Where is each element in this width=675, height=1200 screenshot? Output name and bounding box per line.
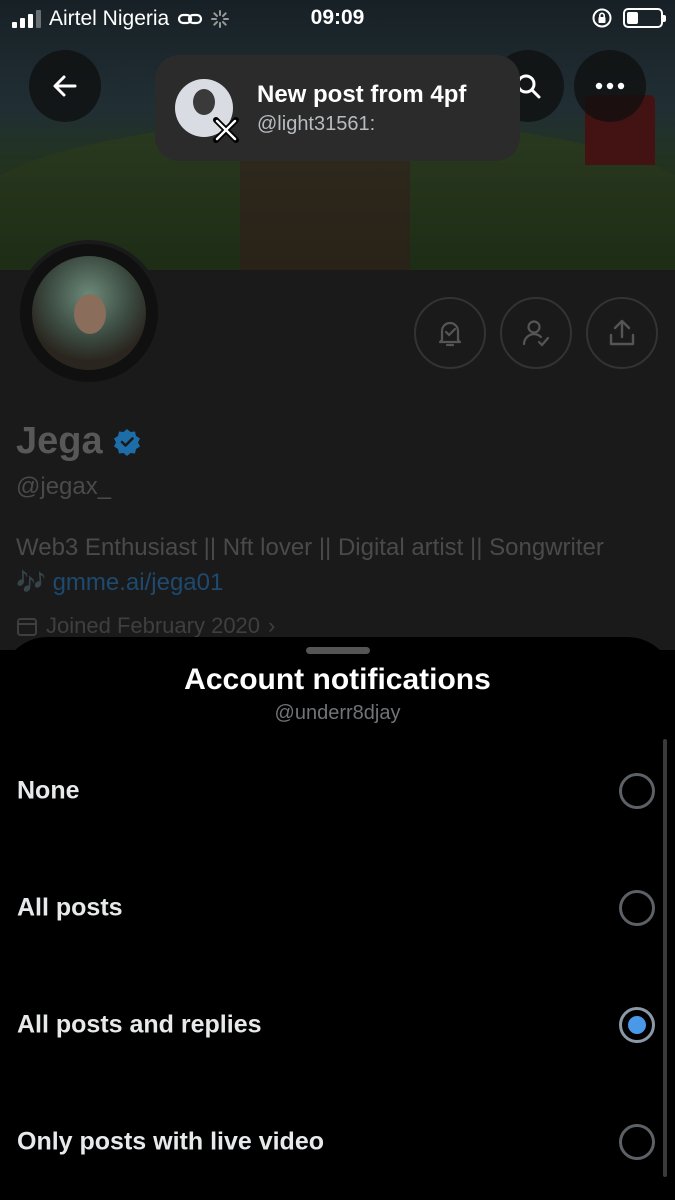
share-button[interactable] <box>586 297 658 369</box>
radio-button[interactable] <box>619 773 655 809</box>
profile-handle: @jegax_ <box>16 473 112 500</box>
joined-text: Joined February 2020 <box>46 613 261 638</box>
avatar-face <box>74 294 106 334</box>
profile-name: Jega <box>16 420 103 462</box>
profile-bio: Web3 Enthusiast || Nft lover || Digital … <box>16 530 661 600</box>
bell-check-icon <box>438 321 462 347</box>
account-notifications-sheet: Account notifications @underr8djay None … <box>0 637 675 1200</box>
toast-avatar <box>175 79 239 143</box>
option-live-video-posts[interactable]: Only posts with live video <box>0 1092 675 1192</box>
music-note-icon: 🎶 <box>16 569 46 596</box>
sheet-subtitle: @underr8djay <box>274 702 401 724</box>
display-name: Jega <box>16 420 141 463</box>
chevron-right-icon: › <box>268 613 276 638</box>
radio-button[interactable] <box>619 890 655 926</box>
avatar[interactable] <box>16 240 162 386</box>
notification-toast[interactable]: New post from 4pf @light31561: <box>155 55 520 161</box>
option-label: None <box>17 776 80 805</box>
radio-button[interactable] <box>619 1007 655 1043</box>
toast-text: New post from 4pf @light31561: <box>257 81 466 136</box>
share-icon <box>609 319 635 346</box>
battery-fill <box>627 12 639 24</box>
verified-badge-icon <box>113 428 141 456</box>
orientation-lock-icon <box>592 8 612 28</box>
status-right <box>591 7 666 29</box>
option-all-posts-and-replies[interactable]: All posts and replies <box>0 975 675 1075</box>
radio-button[interactable] <box>619 1124 655 1160</box>
toast-title: New post from 4pf <box>257 80 467 108</box>
status-time: 09:09 <box>310 6 365 29</box>
option-all-posts[interactable]: All posts <box>0 858 675 958</box>
more-icon <box>595 82 625 90</box>
more-button[interactable] <box>574 50 646 122</box>
option-label: Only posts with live video <box>17 1127 325 1156</box>
following-button[interactable] <box>500 297 572 369</box>
battery-icon <box>623 8 666 28</box>
bio-text: Web3 Enthusiast || Nft lover || Digital … <box>16 534 604 561</box>
calendar-icon <box>17 618 37 636</box>
option-label: All posts and replies <box>17 1010 262 1039</box>
joined-date: Joined February 2020 › <box>16 613 275 639</box>
arrow-left-icon <box>53 75 77 97</box>
profile-section: Jega @jegax_ Web3 Enthusiast || Nft love… <box>0 240 675 650</box>
notification-settings-button[interactable] <box>414 297 486 369</box>
avatar-image <box>32 256 146 370</box>
sheet-grabber[interactable] <box>306 647 370 654</box>
sheet-title: Account notifications <box>184 663 491 696</box>
user-check-icon <box>522 320 550 347</box>
toast-subtitle: @light31561: <box>257 112 376 135</box>
option-none[interactable]: None <box>0 741 675 841</box>
status-bar: Airtel Nigeria 09:09 <box>0 0 675 38</box>
x-logo-icon <box>211 115 241 145</box>
bio-link[interactable]: gmme.ai/jega01 <box>53 569 224 596</box>
back-button[interactable] <box>29 50 101 122</box>
option-label: All posts <box>17 893 123 922</box>
